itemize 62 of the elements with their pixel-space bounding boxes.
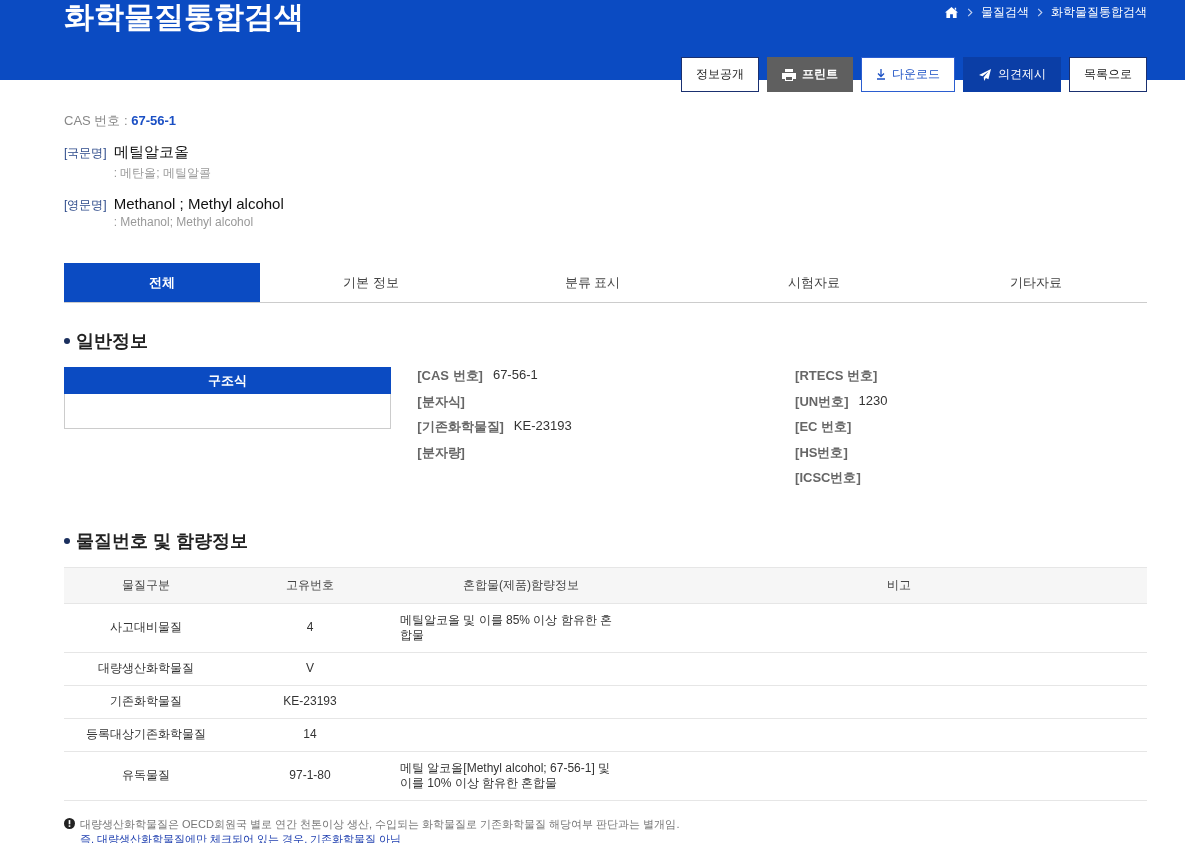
table-cell: 4 <box>306 620 314 634</box>
tab[interactable]: 분류 표시 <box>481 263 704 302</box>
table-cell: V <box>306 661 314 675</box>
field-label: [EC 번호] <box>795 418 852 436</box>
cas-number: 67-56-1 <box>131 113 176 128</box>
field-value: 1230 <box>858 392 888 410</box>
field-label: [기존화학물질] <box>417 418 504 436</box>
name-label: [영문명] <box>64 197 107 214</box>
structure-header: 구조식 <box>64 367 392 394</box>
field-label: [CAS 번호] <box>417 367 483 385</box>
field-label: [RTECS 번호] <box>795 367 878 385</box>
table-cell: KE-23193 <box>283 694 337 708</box>
synonyms: : Methanol; Methyl alcohol <box>113 215 255 229</box>
download-button[interactable]: 다운로드 <box>861 57 955 92</box>
column-header: 비고 <box>650 567 1147 603</box>
field-value: 67-56-1 <box>492 367 538 384</box>
exclamation-icon <box>64 817 75 829</box>
table-cell: 대량생산화학물질 <box>98 661 194 675</box>
action-button[interactable]: 목록으로 <box>1069 57 1147 92</box>
download-icon <box>876 69 886 80</box>
section-heading: 물질번호 및 함량정보 <box>76 529 248 553</box>
paper-plane-icon <box>978 68 992 81</box>
substance-name: 메틸알코올 <box>113 143 190 162</box>
name-label: [국문명] <box>64 145 107 162</box>
section-heading: 일반정보 <box>76 330 148 353</box>
breadcrumb-link[interactable]: 화학물질통합검색 <box>1051 4 1147 21</box>
column-header: 혼합물(제품)함량정보 <box>392 567 650 603</box>
field-label: [ICSC번호] <box>795 469 861 487</box>
breadcrumb-link[interactable]: 물질검색 <box>981 4 1029 21</box>
field-label: [UN번호] <box>795 392 849 411</box>
action-button[interactable]: 정보공개 <box>681 57 759 92</box>
table-cell-text: 메틸 알코올[Methyl alcohol; 67-56-1] 및 이를 10% 이상 함유한 혼합물 <box>400 760 612 791</box>
printer-icon <box>782 68 796 81</box>
substance-name: Methanol ; Methyl alcohol <box>113 195 284 212</box>
bullet-icon <box>64 537 70 544</box>
column-header: 고유번호 <box>228 567 392 603</box>
table-cell: 97-1-80 <box>289 768 331 782</box>
table-cell: 14 <box>303 727 317 741</box>
home-icon[interactable] <box>944 6 959 19</box>
tab[interactable]: 기본 정보 <box>260 263 482 302</box>
table-cell: 사고대비물질 <box>110 620 182 634</box>
synonyms: : 메탄올; 메틸알콜 <box>113 165 211 182</box>
notice-text: 대량생산화학물질은 OECD회원국 별로 연간 천톤이상 생산, 수입되는 화학물질로 기존화학물질 해당여부 판단과는 별개임. <box>80 816 680 832</box>
chevron-icon <box>967 8 973 17</box>
field-label: [분자량] <box>417 443 465 462</box>
table-cell: 등록대상기존화학물질 <box>86 727 206 741</box>
send-button[interactable]: 의견제시 <box>963 57 1061 92</box>
chevron-icon <box>1037 8 1043 17</box>
table-cell: 기존화학물질 <box>110 694 182 708</box>
bullet-icon <box>64 338 70 344</box>
tab[interactable]: 전체 <box>64 263 260 302</box>
page-title: 화학물질통합검색 <box>64 0 304 34</box>
cas-label: CAS 번호 : <box>64 113 128 128</box>
table-cell-text: 메틸알코올 및 이를 85% 이상 함유한 혼합물 <box>400 612 614 643</box>
table-cell: 유독물질 <box>122 768 170 782</box>
field-label: [HS번호] <box>795 443 848 462</box>
tab[interactable]: 시험자료 <box>703 263 926 302</box>
tab[interactable]: 기타자료 <box>925 263 1147 302</box>
column-header: 물질구분 <box>64 567 228 603</box>
field-label: [분자식] <box>417 392 465 411</box>
print-button[interactable]: 프린트 <box>767 57 853 92</box>
field-value: KE-23193 <box>513 418 572 435</box>
